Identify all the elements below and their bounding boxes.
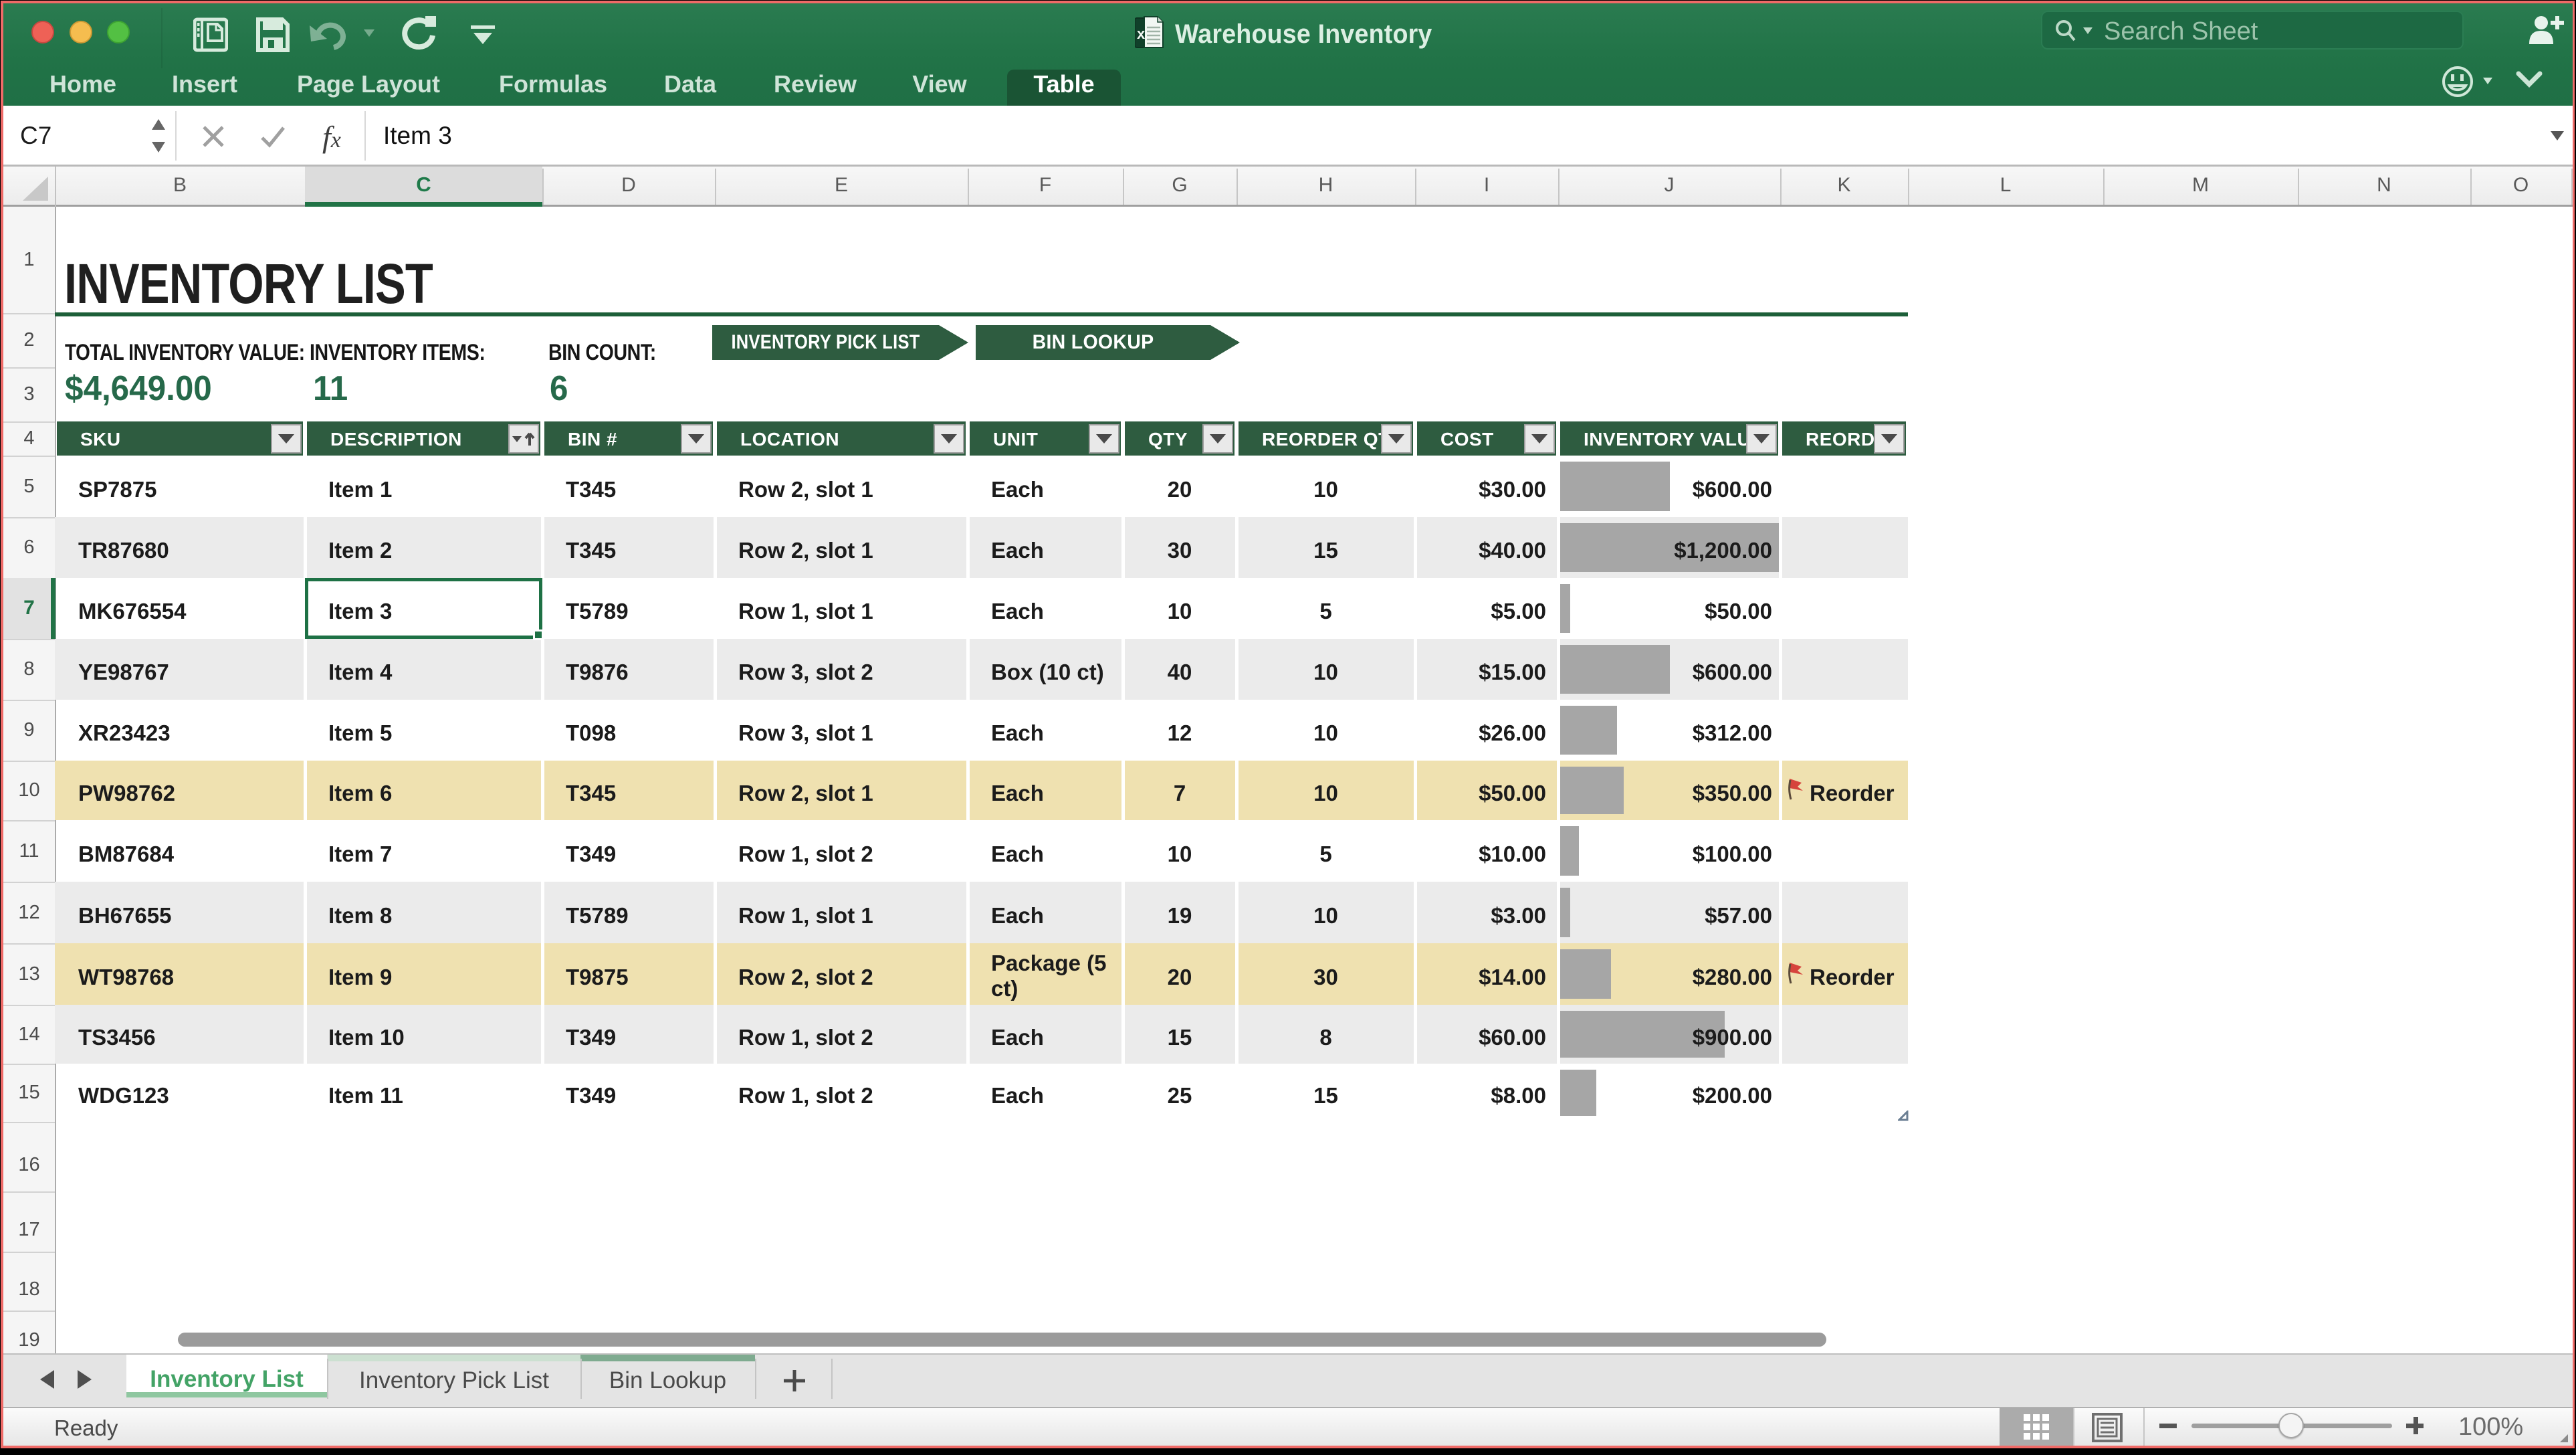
svg-text:x: x [1137,25,1146,42]
